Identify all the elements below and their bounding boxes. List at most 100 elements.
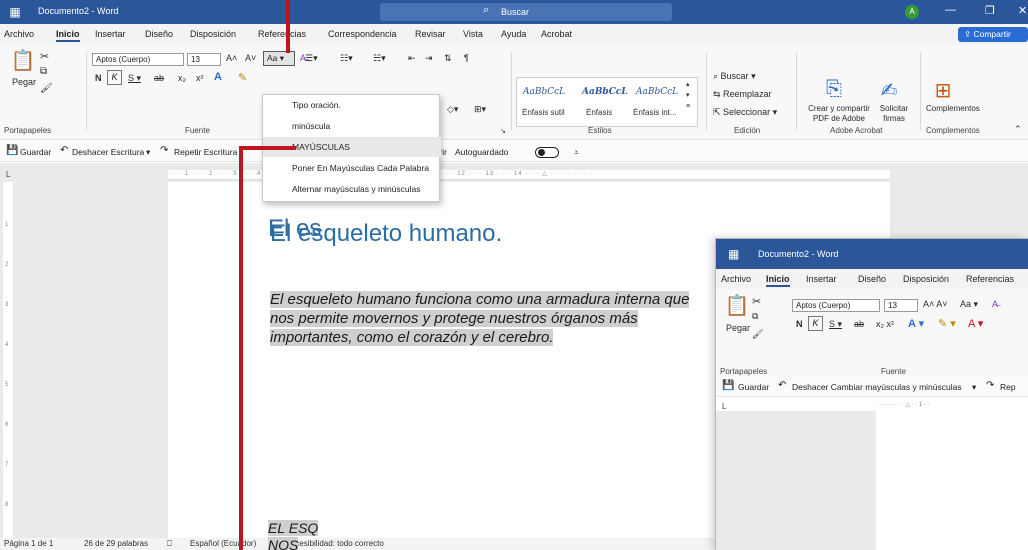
w2-italic-button[interactable]: K — [808, 316, 823, 331]
w2-tab-inicio[interactable]: Inicio — [766, 274, 790, 287]
minimize-icon[interactable]: — — [945, 4, 956, 16]
w2-copy-icon[interactable]: ⧉ — [752, 311, 758, 322]
save-icon[interactable]: 💾 — [6, 145, 18, 156]
paste-icon[interactable]: 📋 — [10, 48, 36, 73]
w2-paragraph-line-1[interactable]: EL ESQ — [268, 520, 328, 537]
w2-format-painter-icon[interactable]: 🖌 — [752, 329, 763, 340]
w2-tab-referencias[interactable]: Referencias — [966, 274, 1014, 284]
language-status[interactable]: Español (Ecuador) — [190, 539, 256, 548]
font-name-combo[interactable]: Aptos (Cuerpo) — [92, 53, 184, 66]
w2-change-case-icon[interactable]: Aa ▾ — [960, 299, 978, 310]
redo-button[interactable]: Repetir Escritura — [174, 147, 237, 157]
font-size-combo[interactable]: 13 — [187, 53, 221, 66]
w2-tab-diseno[interactable]: Diseño — [858, 274, 886, 284]
w2-tab-disposicion[interactable]: Disposición — [903, 274, 949, 284]
w2-paste-icon[interactable]: 📋 — [724, 293, 750, 318]
copy-icon[interactable]: ⧉ — [40, 66, 47, 77]
bullets-icon[interactable]: ☰▾ — [305, 53, 318, 64]
shading-icon[interactable]: ◇▾ — [447, 104, 458, 115]
italic-button[interactable]: K — [107, 70, 122, 85]
undo-button[interactable]: Deshacer Escritura — [72, 147, 144, 157]
tab-referencias[interactable]: Referencias — [258, 29, 306, 39]
tab-stop-selector-icon[interactable]: L — [6, 170, 10, 179]
w2-clear-formatting-icon[interactable]: A̶ — [992, 299, 998, 309]
w2-tab-stop-selector-icon[interactable]: L — [722, 402, 726, 411]
tab-revisar[interactable]: Revisar — [415, 29, 446, 39]
format-painter-icon[interactable]: 🖌 — [40, 83, 53, 94]
collapse-ribbon-icon[interactable]: ⌃ — [1014, 124, 1022, 135]
grow-font-icon[interactable]: A˄ — [226, 53, 237, 63]
create-share-pdf-button[interactable]: Crear y compartir PDF de Adobe — [803, 104, 875, 124]
tab-inicio[interactable]: Inicio — [56, 29, 80, 42]
create-pdf-icon[interactable]: ⎘ — [822, 78, 846, 101]
word-count[interactable]: 26 de 29 palabras — [84, 539, 148, 548]
addins-button[interactable]: Complementos — [926, 104, 980, 113]
w2-subscript-button[interactable]: x₂ x² — [876, 319, 894, 329]
tab-vista[interactable]: Vista — [463, 29, 483, 39]
bold-button[interactable]: N — [95, 73, 102, 83]
tab-insertar[interactable]: Insertar — [95, 29, 126, 39]
w2-undo-icon[interactable]: ↶ — [778, 380, 786, 391]
menu-item-lowercase[interactable]: minúscula — [263, 116, 441, 136]
page-count[interactable]: Página 1 de 1 — [4, 539, 53, 548]
cut-icon[interactable]: ✂ — [40, 50, 49, 63]
w2-document-page[interactable] — [876, 411, 1028, 550]
close-icon[interactable]: ✕ — [1018, 4, 1027, 17]
w2-cut-icon[interactable]: ✂ — [752, 295, 761, 308]
autosave-toggle[interactable] — [535, 147, 559, 158]
pilcrow-icon[interactable]: ¶ — [464, 53, 469, 63]
tab-diseno[interactable]: Diseño — [145, 29, 173, 39]
tab-acrobat[interactable]: Acrobat — [541, 29, 572, 39]
w2-paragraph-line-2[interactable]: NOS — [268, 537, 328, 550]
w2-redo-icon[interactable]: ↷ — [986, 380, 994, 391]
w2-document-heading[interactable]: El es — [268, 215, 321, 243]
w2-strikethrough-button[interactable]: ab — [854, 319, 864, 329]
text-effects-icon[interactable]: A — [214, 71, 222, 83]
proofing-icon[interactable]: ⎕ — [167, 539, 172, 549]
tab-disposicion[interactable]: Disposición — [190, 29, 236, 39]
menu-item-sentence-case[interactable]: Tipo oración. — [263, 95, 441, 115]
styles-gallery[interactable] — [516, 77, 698, 127]
w2-horizontal-ruler[interactable]: · · · · · · · · △ · · 1 · · — [876, 401, 1028, 411]
redo-icon[interactable]: ↷ — [160, 145, 168, 156]
undo-dropdown-icon[interactable]: ▾ — [146, 147, 150, 158]
addins-icon[interactable]: ⊞ — [931, 78, 955, 103]
tab-correspondencia[interactable]: Correspondencia — [328, 29, 397, 39]
superscript-button[interactable]: x² — [196, 73, 204, 83]
w2-text-effects-icon[interactable]: A ▾ — [908, 317, 924, 330]
w2-undo-button[interactable]: Deshacer Cambiar mayúsculas y minúsculas — [792, 382, 962, 392]
w2-undo-dropdown-icon[interactable]: ▾ — [972, 382, 976, 393]
shrink-font-icon[interactable]: A˅ — [245, 53, 256, 63]
vertical-ruler[interactable]: 1 2 3 4 5 6 7 8 — [3, 182, 13, 540]
w2-tab-insertar[interactable]: Insertar — [806, 274, 837, 284]
numbering-icon[interactable]: ☷▾ — [340, 53, 353, 64]
w2-redo-button[interactable]: Rep — [1000, 382, 1016, 392]
paste-button[interactable]: Pegar — [12, 77, 36, 87]
styles-scroll-icon[interactable]: ▴ ▾ ≡ — [686, 79, 690, 112]
subscript-button[interactable]: x₂ — [178, 73, 186, 83]
change-case-button[interactable]: Aa ▾ — [263, 51, 295, 66]
w2-save-button[interactable]: Guardar — [738, 382, 769, 392]
increase-indent-icon[interactable]: ⇥ — [425, 53, 433, 64]
w2-paste-button[interactable]: Pegar — [726, 323, 750, 333]
save-button[interactable]: Guardar — [20, 147, 51, 157]
find-button[interactable]: ⌕ Buscar ▾ — [713, 71, 756, 82]
style-enfasis-sutil[interactable]: Énfasis sutil — [522, 108, 565, 117]
w2-font-color-icon[interactable]: A ▾ — [968, 317, 983, 330]
highlight-icon[interactable]: ✎ — [238, 71, 247, 84]
paragraph-dialog-launcher-icon[interactable]: ↘ — [500, 127, 506, 135]
customize-qat-icon[interactable]: ⩡ — [574, 147, 579, 158]
tab-ayuda[interactable]: Ayuda — [501, 29, 526, 39]
selected-text[interactable]: El esqueleto humano funciona como una ar… — [270, 291, 690, 346]
style-enfasis-intenso[interactable]: Énfasis int... — [633, 108, 677, 117]
restore-icon[interactable]: ❐ — [985, 4, 995, 17]
menu-item-toggle-case[interactable]: Alternar mayúsculas y minúsculas — [263, 179, 441, 199]
menu-item-capitalize-each-word[interactable]: Poner En Mayúsculas Cada Palabra — [263, 158, 441, 178]
w2-tab-archivo[interactable]: Archivo — [721, 274, 751, 284]
w2-bold-button[interactable]: N — [796, 319, 803, 329]
undo-icon[interactable]: ↶ — [60, 145, 68, 156]
w2-font-name-combo[interactable]: Aptos (Cuerpo) — [792, 299, 880, 312]
avatar[interactable]: A — [905, 5, 919, 19]
share-button[interactable]: ⇪ Compartir — [958, 27, 1028, 42]
underline-button[interactable]: S ▾ — [128, 73, 141, 84]
